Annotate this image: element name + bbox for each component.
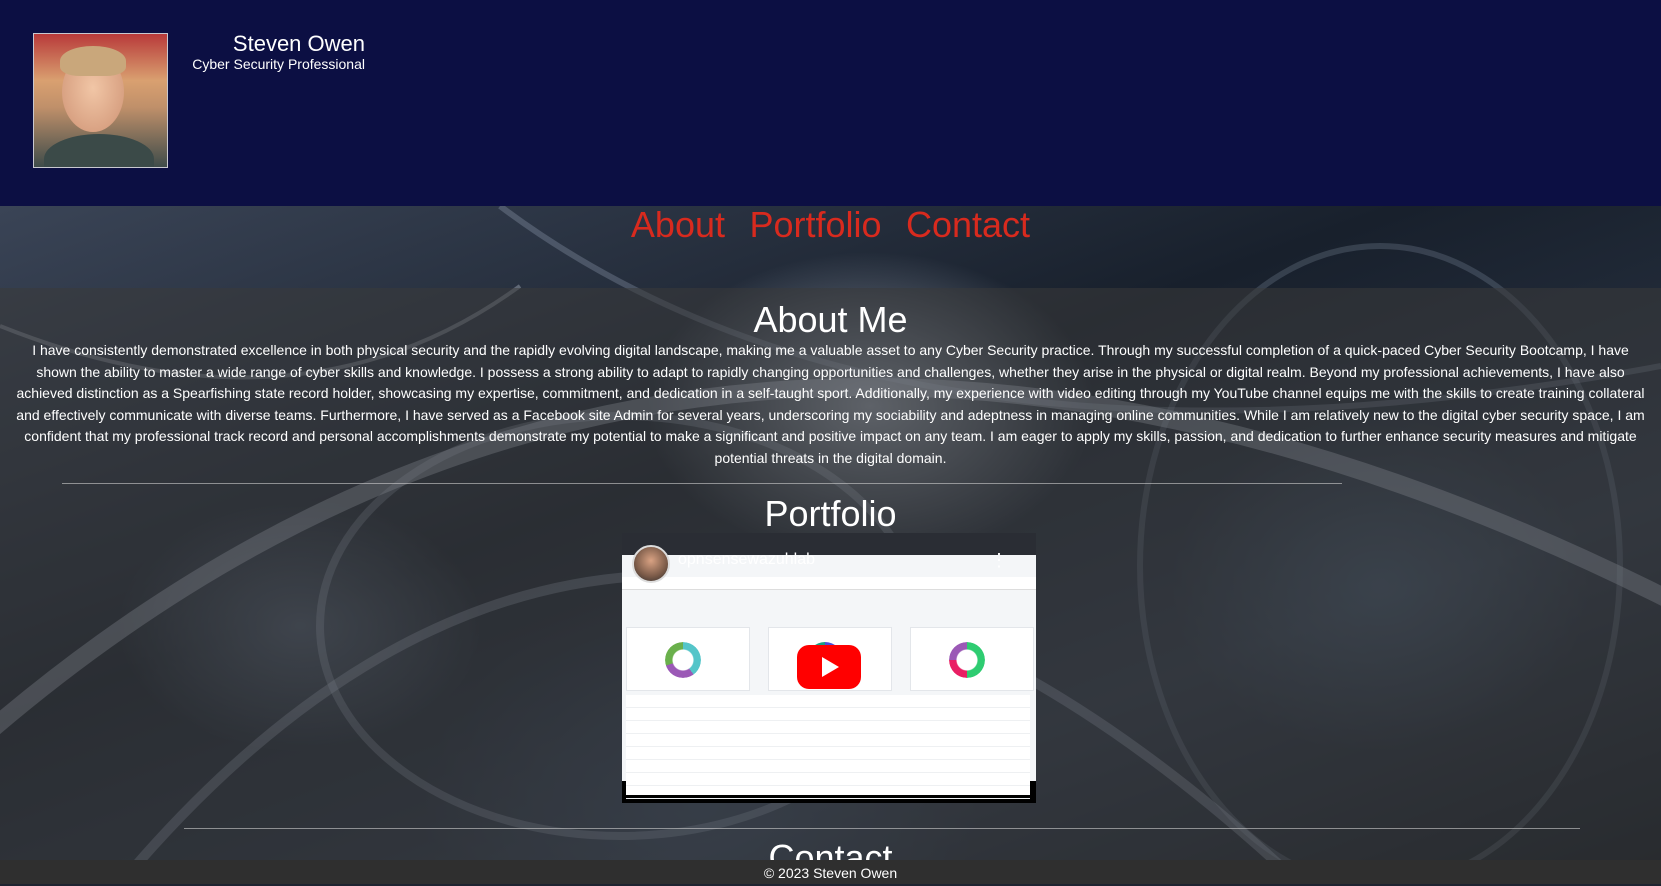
youtube-video-embed[interactable]: opnsensewazuhlab ⋮ — [622, 533, 1036, 803]
profile-photo — [33, 33, 168, 168]
site-header: Steven Owen Cyber Security Professional — [0, 0, 1661, 206]
section-divider — [184, 828, 1580, 829]
site-footer: © 2023 Steven Owen — [0, 860, 1661, 884]
nav-link-contact[interactable]: Contact — [906, 204, 1030, 245]
nav-link-about[interactable]: About — [631, 204, 725, 245]
header-text: Steven Owen Cyber Security Professional — [192, 31, 365, 73]
more-options-icon[interactable]: ⋮ — [990, 551, 1008, 569]
section-divider — [62, 483, 1342, 484]
about-heading: About Me — [753, 299, 908, 340]
portfolio-heading: Portfolio — [764, 493, 897, 534]
main-nav: About Portfolio Contact — [0, 203, 1661, 247]
about-paragraph: I have consistently demonstrated excelle… — [16, 342, 1645, 466]
site-name: Steven Owen — [232, 31, 365, 56]
nav-link-portfolio[interactable]: Portfolio — [749, 204, 881, 245]
video-title[interactable]: opnsensewazuhlab — [678, 551, 815, 569]
site-tagline: Cyber Security Professional — [192, 56, 365, 72]
channel-avatar[interactable] — [632, 545, 670, 583]
play-button-icon[interactable] — [797, 645, 861, 689]
